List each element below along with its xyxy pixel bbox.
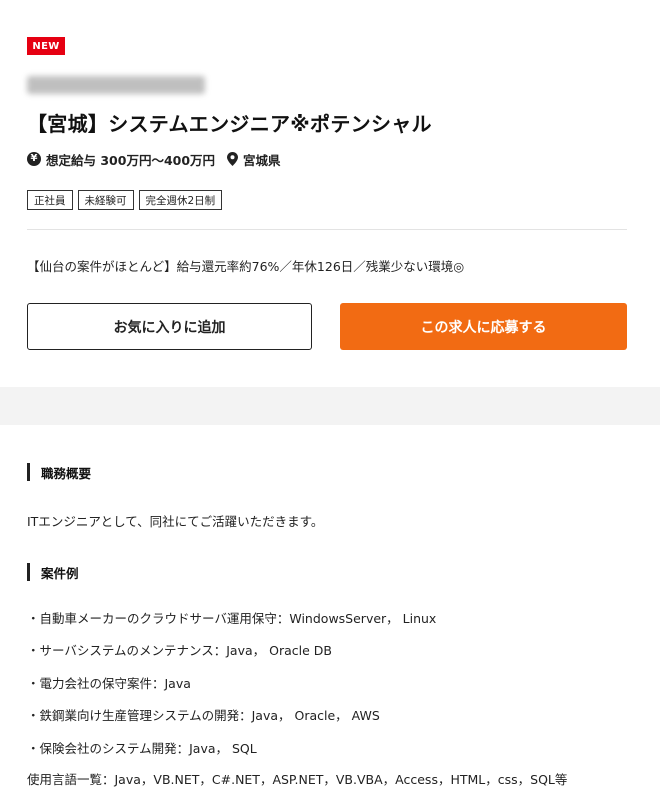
catch-copy: 【仙台の案件がほとんど】給与還元率約76%／年休126日／残業少ない環境◎ (27, 259, 465, 274)
tag: 正社員 (27, 190, 73, 210)
tag: 未経験可 (77, 190, 134, 210)
section-heading-examples: 案件例 (27, 563, 79, 581)
languages-text: 使用言語一覧：Java，VB.NET，C#.NET，ASP.NET，VB.VBA… (27, 772, 568, 787)
add-favorite-button[interactable]: お気に入りに追加 (27, 303, 312, 350)
salary-text: 想定給与 300万円～400万円 (46, 152, 216, 168)
company-name-blurred (27, 76, 205, 94)
map-pin-icon (227, 152, 239, 166)
list-item: ・サーバシステムのメンテナンス：Java， Oracle DB (27, 643, 332, 658)
section-heading-overview: 職務概要 (27, 463, 91, 481)
job-meta-row: ¥ 想定給与 300万円～400万円 宮城県 (27, 150, 281, 168)
divider (27, 229, 627, 230)
job-title: 【宮城】システムエンジニア※ポテンシャル (27, 112, 432, 136)
overview-text: ITエンジニアとして、同社にてご活躍いただきます。 (27, 514, 324, 529)
list-item: ・電力会社の保守案件：Java (27, 676, 191, 691)
list-item: ・自動車メーカーのクラウドサーバ運用保守：WindowsServer， Linu… (27, 611, 437, 626)
location-text: 宮城県 (243, 152, 281, 168)
list-item: ・鉄鋼業向け生産管理システムの開発：Java， Oracle， AWS (27, 708, 380, 723)
section-separator (0, 387, 660, 425)
tag: 完全週休2日制 (138, 190, 223, 210)
new-badge: NEW (27, 37, 65, 55)
apply-button[interactable]: この求人に応募する (340, 303, 627, 350)
list-item: ・保険会社のシステム開発：Java， SQL (27, 741, 257, 756)
job-summary-card: NEW 【宮城】システムエンジニア※ポテンシャル ¥ 想定給与 300万円～40… (0, 0, 660, 387)
yen-circle-icon: ¥ (27, 152, 41, 166)
tag-list: 正社員 未経験可 完全週休2日制 (27, 190, 223, 210)
